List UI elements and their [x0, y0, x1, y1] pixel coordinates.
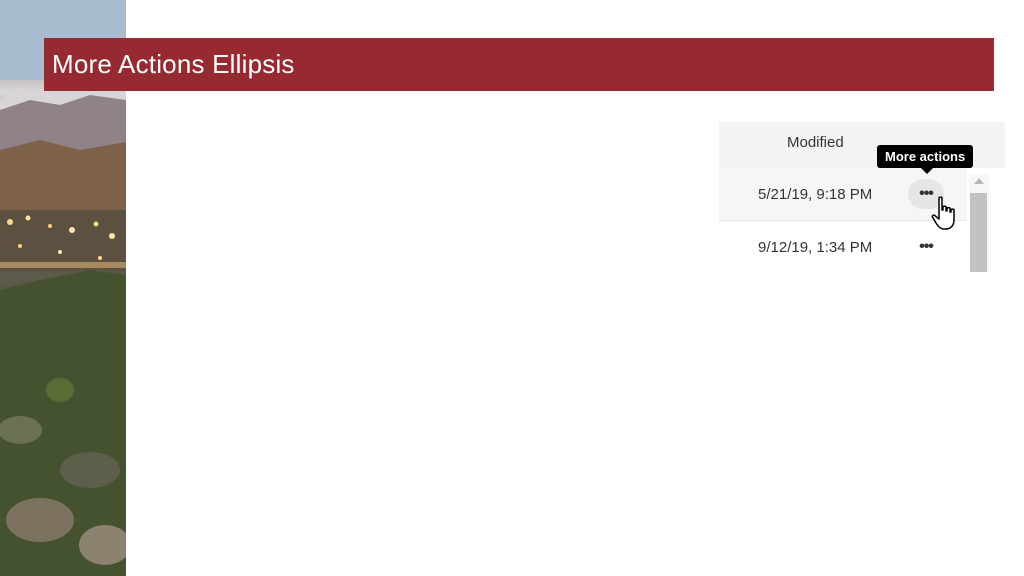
list-item[interactable]: 5/21/19, 9:18 PM ••• — [719, 168, 967, 221]
slide-title: More Actions Ellipsis — [52, 49, 295, 79]
modified-date: 5/21/19, 9:18 PM — [758, 185, 873, 203]
ellipsis-icon[interactable]: ••• — [908, 232, 944, 262]
modified-date: 9/12/19, 1:34 PM — [758, 238, 873, 256]
more-actions-tooltip: More actions — [877, 145, 974, 174]
title-banner: More Actions Ellipsis — [44, 38, 994, 91]
vertical-scrollbar[interactable] — [969, 174, 989, 272]
column-header-modified[interactable]: Modified — [787, 134, 844, 151]
scroll-thumb[interactable] — [970, 193, 987, 272]
list-item[interactable]: 9/12/19, 1:34 PM ••• — [719, 221, 967, 273]
file-list-screenshot: Modified More actions 5/21/19, 9:18 PM •… — [719, 122, 1005, 273]
slide: More Actions Ellipsis Modified More acti… — [0, 0, 1024, 576]
scroll-up-arrow-icon[interactable] — [974, 178, 984, 184]
hand-pointer-icon — [931, 196, 959, 232]
